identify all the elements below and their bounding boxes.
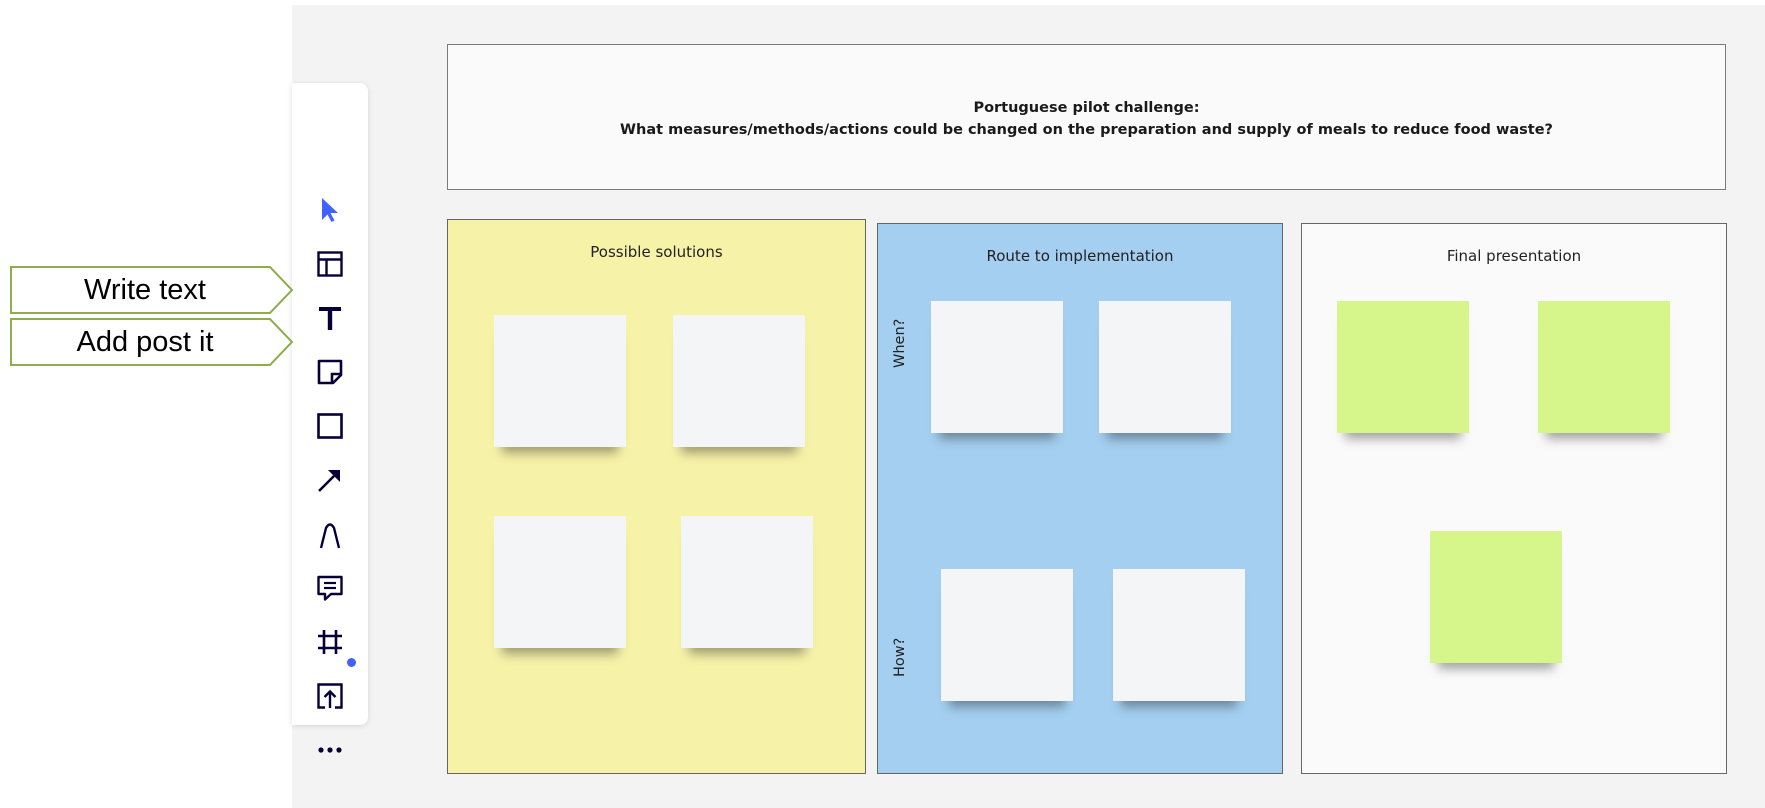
column-possible-solutions[interactable]: Possible solutions	[447, 219, 866, 774]
pen-icon	[319, 523, 341, 549]
text-tool-button[interactable]	[292, 294, 368, 342]
sticky-note-tool-button[interactable]	[292, 348, 368, 396]
text-icon	[319, 307, 341, 330]
arrow-tool-button[interactable]	[292, 456, 368, 504]
sticky-note[interactable]	[1113, 569, 1245, 701]
sticky-note[interactable]	[931, 301, 1063, 433]
challenge-question: What measures/methods/actions could be c…	[620, 122, 1553, 138]
sticky-note[interactable]	[494, 315, 626, 447]
frame-tool-button[interactable]	[292, 618, 368, 666]
callout-add-post-it-label: Add post it	[76, 325, 214, 358]
sticky-note[interactable]	[1337, 301, 1469, 433]
sticky-note[interactable]	[494, 516, 626, 648]
sticky-note-icon	[317, 359, 343, 385]
select-tool-button[interactable]	[292, 186, 368, 234]
comment-tool-button[interactable]	[292, 564, 368, 612]
notification-dot	[347, 658, 356, 667]
callout-write-text-label: Write text	[84, 273, 206, 306]
sticky-note[interactable]	[941, 569, 1073, 701]
more-tools-button[interactable]	[292, 726, 368, 774]
sticky-note[interactable]	[1538, 301, 1670, 433]
cursor-icon	[322, 198, 338, 222]
callout-add-post-it: Add post it	[10, 318, 294, 366]
row-label-how: How?	[892, 637, 908, 677]
challenge-header-frame[interactable]: Portuguese pilot challenge: What measure…	[447, 44, 1726, 190]
more-icon	[318, 747, 342, 753]
row-label-when: When?	[892, 318, 908, 368]
upload-icon	[317, 683, 343, 709]
sticky-note[interactable]	[681, 516, 813, 648]
callout-write-text: Write text	[10, 266, 294, 314]
frame-icon	[318, 630, 342, 654]
shape-tool-button[interactable]	[292, 402, 368, 450]
sticky-note[interactable]	[1099, 301, 1231, 433]
challenge-title: Portuguese pilot challenge:	[973, 100, 1200, 116]
sticky-note[interactable]	[1430, 531, 1562, 663]
comment-icon	[317, 575, 343, 601]
column-title-final: Final presentation	[1446, 247, 1582, 265]
templates-tool-button[interactable]	[292, 240, 368, 288]
left-toolbar	[292, 83, 368, 753]
upload-tool-button[interactable]	[292, 672, 368, 720]
arrow-icon	[318, 470, 340, 492]
sticky-note[interactable]	[673, 315, 805, 447]
column-title-possible-solutions: Possible solutions	[590, 243, 723, 261]
layout-icon	[317, 251, 343, 277]
app-root: Portuguese pilot challenge: What measure…	[0, 0, 1765, 808]
pen-tool-button[interactable]	[292, 510, 368, 558]
square-icon	[317, 413, 343, 439]
column-title-route: Route to implementation	[986, 247, 1174, 265]
